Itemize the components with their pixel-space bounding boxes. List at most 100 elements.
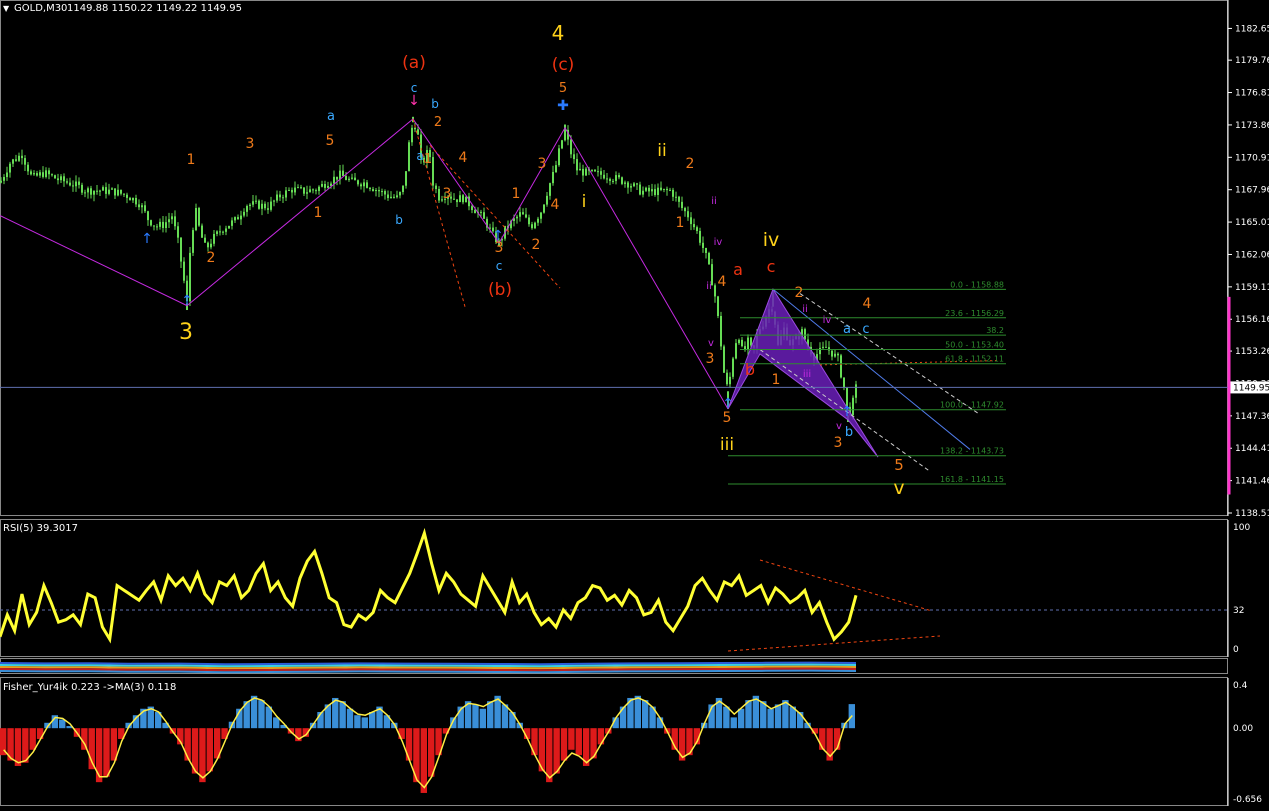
candle-body xyxy=(438,189,440,201)
price-tick-label: 1167.96 xyxy=(1235,186,1269,196)
fisher-bar xyxy=(531,728,538,756)
wave-label: 3 xyxy=(706,351,715,367)
candle-body xyxy=(831,350,833,357)
candle-body xyxy=(234,217,236,221)
candle-body xyxy=(252,201,254,205)
candle-body xyxy=(9,163,11,173)
fisher-bar xyxy=(479,708,487,729)
candle-body xyxy=(312,189,314,191)
candle-body xyxy=(363,182,365,187)
candle-body xyxy=(282,197,284,199)
candle-body xyxy=(105,187,107,194)
candle-body xyxy=(36,173,38,176)
fisher-bar xyxy=(368,711,376,729)
mini-line xyxy=(0,669,857,674)
chart-canvas[interactable]: ▼ GOLD,M30 1149.88 1150.22 1149.22 1149.… xyxy=(0,0,1269,807)
candle-body xyxy=(141,205,143,208)
candle-body xyxy=(639,184,641,195)
candle-body xyxy=(387,194,389,198)
candle-body xyxy=(321,184,323,187)
fisher-bar xyxy=(346,708,354,729)
wave-label: 4 xyxy=(552,21,565,45)
price-tick-label: 1147.36 xyxy=(1235,412,1269,422)
candle-body xyxy=(15,159,17,161)
candle-body xyxy=(288,189,290,191)
candle-body xyxy=(123,193,125,195)
candle-body xyxy=(663,188,665,190)
candle-body xyxy=(627,182,629,188)
fisher-bar xyxy=(258,700,265,729)
wave-label: ii xyxy=(657,141,666,161)
candle-body xyxy=(822,346,824,348)
chart-menu-arrow-icon[interactable]: ▼ xyxy=(3,4,10,13)
candle-body xyxy=(174,216,176,227)
candle-body xyxy=(525,214,527,218)
wave-label: iv xyxy=(823,315,832,326)
candle-body xyxy=(483,212,485,219)
candle-body xyxy=(108,189,110,194)
wave-label: c xyxy=(496,259,503,273)
candle-body xyxy=(531,224,533,229)
candle-body xyxy=(516,216,518,219)
fisher-tick-label: -0.656 xyxy=(1233,795,1262,805)
fisher-bar xyxy=(597,728,605,745)
candle-body xyxy=(345,176,347,180)
candle-body xyxy=(624,182,626,184)
wave-label: v xyxy=(836,421,842,432)
candle-body xyxy=(735,343,737,359)
candle-body xyxy=(222,231,224,233)
wave-label: ii xyxy=(706,281,712,292)
candle-body xyxy=(609,178,611,181)
candle-body xyxy=(159,221,161,227)
candle-body xyxy=(834,353,836,357)
candle-body xyxy=(546,195,548,205)
fisher-bar xyxy=(553,728,560,774)
candle-body xyxy=(633,183,635,187)
candle-body xyxy=(237,217,239,220)
candle-body xyxy=(549,183,551,196)
ohlc-label: 1149.88 1150.22 1149.22 1149.95 xyxy=(67,3,242,14)
candle-body xyxy=(741,339,743,347)
candle-body xyxy=(399,192,401,196)
candle-body xyxy=(0,180,2,183)
candle-body xyxy=(603,174,605,179)
candle-body xyxy=(696,227,698,231)
candle-body xyxy=(669,189,671,191)
candle-body xyxy=(42,172,44,177)
wave-label: a xyxy=(416,149,423,163)
wave-label: (c) xyxy=(552,55,575,75)
candle-body xyxy=(390,196,392,198)
fisher-bar xyxy=(250,695,258,729)
candle-body xyxy=(132,197,134,201)
candle-body xyxy=(90,188,92,195)
price-tick-label: 1182.65 xyxy=(1235,24,1269,34)
fisher-tick-label: 0.00 xyxy=(1233,724,1253,734)
fisher-bar xyxy=(642,700,649,729)
candle-body xyxy=(315,190,317,192)
candle-body xyxy=(825,346,827,348)
fib-label: 61.8 - 1152.11 xyxy=(945,355,1004,364)
candle-body xyxy=(225,228,227,232)
candle-body xyxy=(576,159,578,171)
candle-body xyxy=(96,190,98,192)
candle-body xyxy=(195,208,197,231)
candle-body xyxy=(804,329,806,340)
candle-body xyxy=(372,189,374,192)
candle-body xyxy=(162,221,164,228)
candle-body xyxy=(684,208,686,212)
fisher-bar xyxy=(568,728,575,750)
candle-body xyxy=(258,200,260,209)
candle-body xyxy=(351,177,353,179)
fisher-bar xyxy=(509,711,516,729)
fisher-bar xyxy=(730,717,737,729)
candle-body xyxy=(318,186,320,191)
candle-body xyxy=(171,216,173,220)
candle-body xyxy=(111,188,113,190)
candle-body xyxy=(594,169,596,172)
candle-body xyxy=(135,197,137,205)
candle-body xyxy=(294,187,296,193)
candle-body xyxy=(366,182,368,188)
price-tick-label: 1165.01 xyxy=(1235,218,1269,228)
candle-body xyxy=(414,127,416,130)
price-tick-label: 1153.26 xyxy=(1235,347,1269,357)
